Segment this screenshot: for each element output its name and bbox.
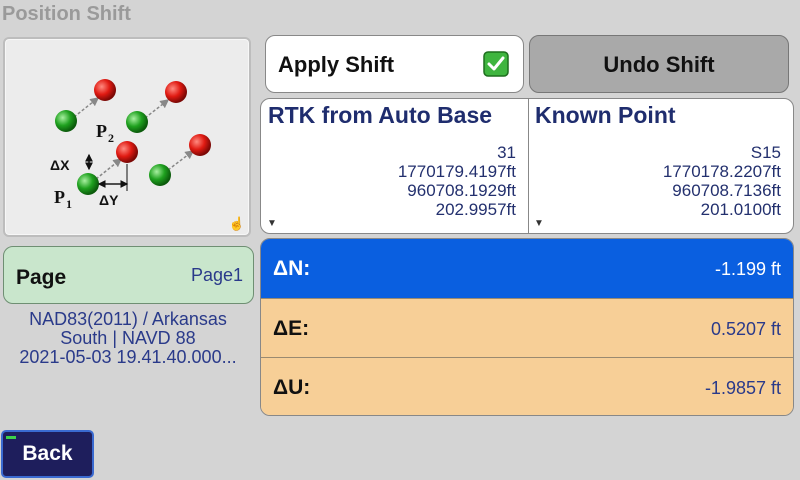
undo-shift-button[interactable]: Undo Shift [529,35,789,93]
original-point-icon [77,173,99,195]
shifted-point-icon [94,79,116,101]
delta-up-label: ΔU: [273,376,311,399]
page-label: Page [16,266,67,289]
page-selector[interactable]: Page Page1 [3,246,254,304]
shifted-point-icon [116,141,138,163]
back-button[interactable]: Back [1,430,94,478]
apply-shift-button[interactable]: Apply Shift [265,35,524,93]
info-line-3: 2021-05-03 19.41.40.000... [19,347,237,367]
hand-pointer-icon: ☝ [228,216,245,231]
dropdown-triangle-icon[interactable]: ▼ [534,218,544,229]
delta-up-value: -1.9857 ft [704,378,781,398]
delta-east-value: 0.5207 ft [710,319,781,339]
shift-arrow [73,97,100,118]
p2-subscript: 2 [108,131,114,145]
shift-diagram: ΔX ΔY P 2 P 1 [50,79,211,211]
source-point-header: RTK from Auto Base [268,102,493,128]
shift-arrow [144,99,170,119]
shifted-point-icon [189,134,211,156]
dropdown-triangle-icon[interactable]: ▼ [267,218,277,229]
target-point-header: Known Point [535,102,676,128]
source-point-northing: 1770179.4197ft [397,162,516,181]
info-line-2: South | NAVD 88 [60,328,196,348]
delta-east-label: ΔE: [273,317,310,340]
source-point-values: 31 1770179.4197ft 960708.1929ft 202.9957… [398,143,516,219]
original-point-icon [149,164,171,186]
delta-y-label: ΔY [99,192,119,208]
target-point-panel[interactable]: Known Point S15 1770178.2207ft 960708.71… [528,99,793,233]
shift-arrow [167,150,195,171]
target-point-elevation: 201.0100ft [700,200,781,219]
delta-row-north[interactable]: ΔN: -1.199 ft [261,239,793,298]
undo-shift-label: Undo Shift [603,52,715,77]
target-point-values: S15 1770178.2207ft 960708.7136ft 201.010… [663,143,781,219]
checkmark-icon [483,51,509,77]
delta-row-east[interactable]: ΔE: 0.5207 ft [261,298,793,357]
target-point-northing: 1770178.2207ft [662,162,781,181]
info-line-1: NAD83(2011) / Arkansas [29,309,227,329]
source-point-panel[interactable]: RTK from Auto Base 31 1770179.4197ft 960… [261,99,529,233]
p2-label: P [96,121,107,141]
coordinate-system-info: NAD83(2011) / Arkansas South | NAVD 88 2… [0,310,256,367]
delta-row-up[interactable]: ΔU: -1.9857 ft [261,357,793,415]
delta-x-label: ΔX [50,157,70,173]
delta-north-label: ΔN: [273,257,311,280]
page-value: Page1 [190,265,243,285]
delta-table: ΔN: -1.199 ft ΔE: 0.5207 ft ΔU: -1.9857 … [260,238,794,416]
back-indicator-icon [6,436,16,439]
original-point-icon [55,110,77,132]
back-label: Back [22,442,73,465]
delta-north-value: -1.199 ft [714,259,781,279]
source-point-elevation: 202.9957ft [435,200,516,219]
target-point-easting: 960708.7136ft [672,181,781,200]
original-point-icon [126,111,148,133]
shift-arrow [95,158,123,180]
points-comparison: RTK from Auto Base 31 1770179.4197ft 960… [260,98,794,234]
source-point-name: 31 [497,143,516,162]
apply-shift-label: Apply Shift [278,52,395,77]
p1-subscript: 1 [66,197,72,211]
shift-diagram-panel[interactable]: ΔX ΔY P 2 P 1 ☝ [3,37,251,237]
source-point-easting: 960708.1929ft [407,181,516,200]
screen-title: Position Shift [2,3,131,25]
target-point-name: S15 [750,143,781,162]
shifted-point-icon [165,81,187,103]
p1-label: P [54,187,65,207]
